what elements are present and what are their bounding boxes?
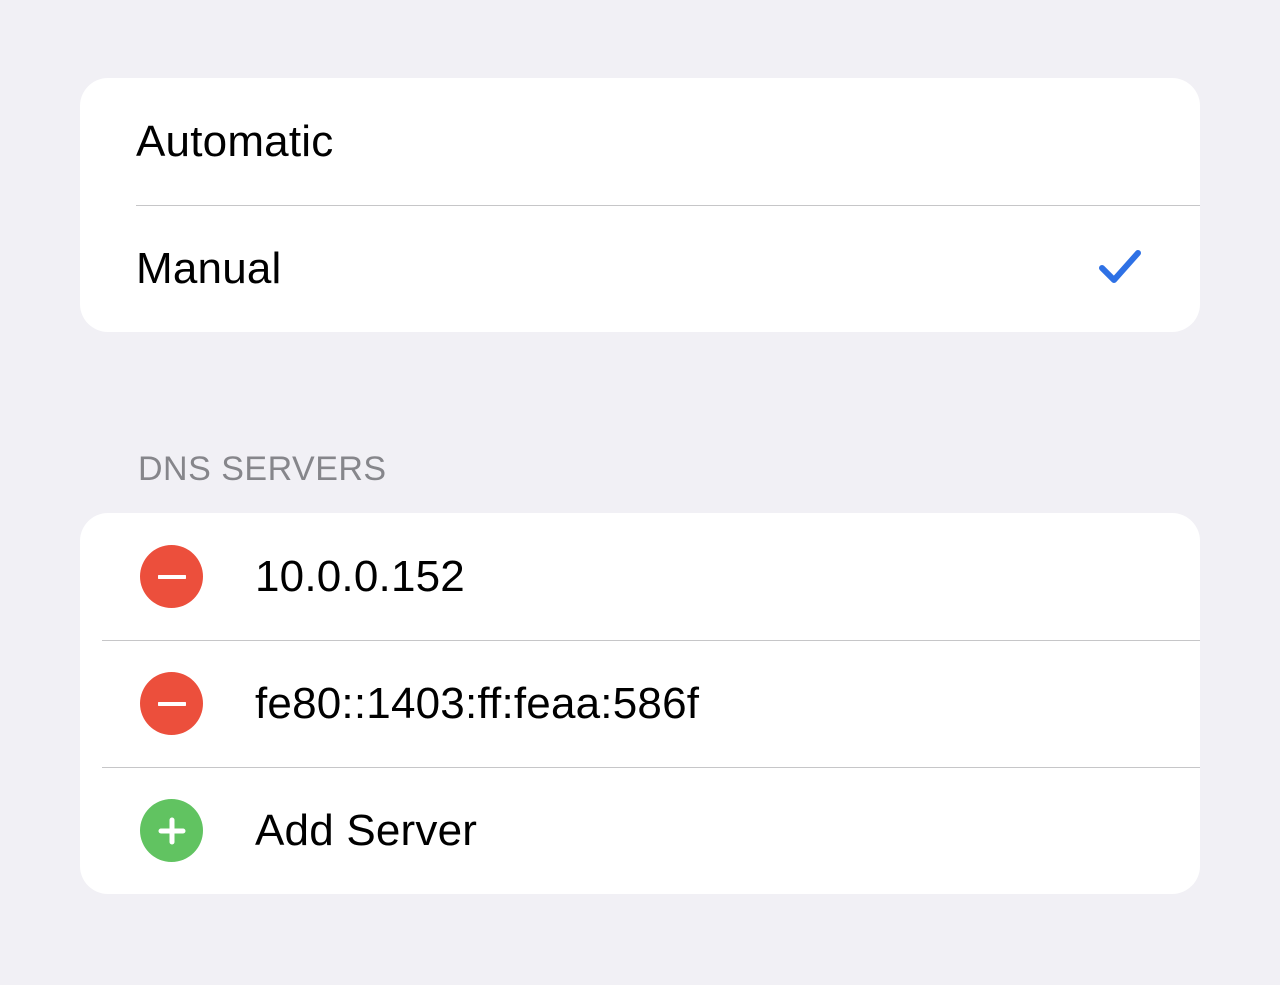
dns-server-address: fe80::1403:ff:feaa:586f bbox=[255, 679, 699, 729]
dns-servers-header: DNS SERVERS bbox=[80, 450, 1200, 489]
dns-server-row[interactable]: 10.0.0.152 bbox=[80, 513, 1200, 640]
delete-icon[interactable] bbox=[140, 545, 203, 608]
dns-servers-group: 10.0.0.152 fe80::1403:ff:feaa:586f Add S… bbox=[80, 513, 1200, 894]
dns-mode-label: Manual bbox=[136, 244, 1094, 294]
checkmark-icon bbox=[1094, 241, 1144, 296]
add-icon[interactable] bbox=[140, 799, 203, 862]
dns-server-row[interactable]: fe80::1403:ff:feaa:586f bbox=[80, 640, 1200, 767]
dns-mode-label: Automatic bbox=[136, 117, 1144, 167]
dns-mode-manual[interactable]: Manual bbox=[80, 205, 1200, 332]
add-server-row[interactable]: Add Server bbox=[80, 767, 1200, 894]
dns-mode-automatic[interactable]: Automatic bbox=[80, 78, 1200, 205]
dns-mode-group: Automatic Manual bbox=[80, 78, 1200, 332]
add-server-label: Add Server bbox=[255, 806, 477, 856]
delete-icon[interactable] bbox=[140, 672, 203, 735]
dns-server-address: 10.0.0.152 bbox=[255, 552, 465, 602]
